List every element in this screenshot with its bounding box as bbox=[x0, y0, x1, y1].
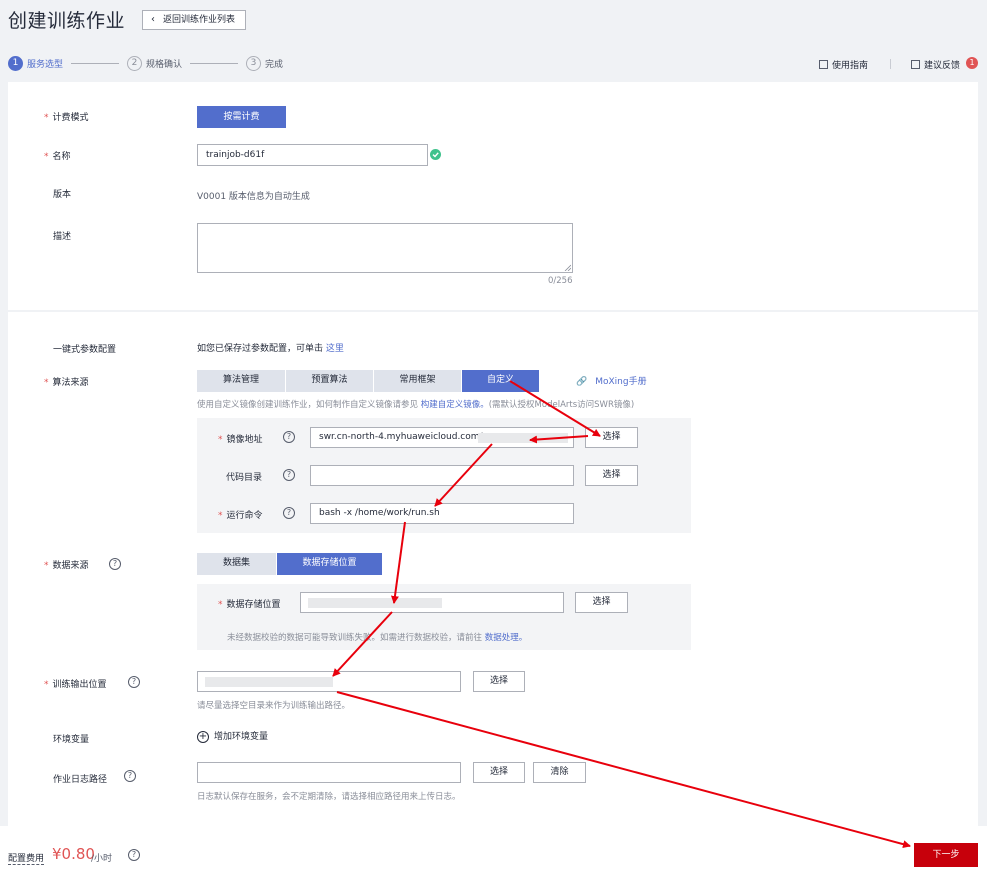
log-path-label: 作业日志路径 bbox=[53, 775, 108, 785]
clear-log-button[interactable]: 清除 bbox=[533, 762, 586, 783]
step-2: 2 规格确认 bbox=[127, 55, 183, 71]
back-label: 返回训练作业列表 bbox=[163, 15, 236, 25]
next-step-button[interactable]: 下一步 bbox=[914, 843, 978, 867]
footer-bar bbox=[0, 826, 987, 873]
cost-label[interactable]: 配置费用 bbox=[8, 851, 45, 865]
data-source-label: * 数据来源 bbox=[44, 561, 89, 571]
step-1-number: 1 bbox=[8, 55, 23, 71]
price-unit: /小时 bbox=[91, 854, 113, 864]
plus-circle-icon: + bbox=[197, 731, 209, 743]
redacted-region bbox=[205, 677, 333, 687]
help-icon[interactable]: ? bbox=[128, 676, 140, 688]
back-to-list-button[interactable]: ‹ 返回训练作业列表 bbox=[142, 10, 246, 30]
name-label: * 名称 bbox=[44, 152, 71, 162]
tab-custom[interactable]: 自定义 bbox=[462, 370, 540, 392]
link-icon: 🔗 bbox=[576, 377, 588, 387]
page-title: 创建训练作业 bbox=[8, 10, 126, 32]
chevron-left-icon: ‹ bbox=[151, 14, 155, 25]
data-processing-link[interactable]: 数据处理。 bbox=[485, 633, 528, 643]
guide-label: 使用指南 bbox=[832, 61, 869, 71]
help-icon[interactable]: ? bbox=[109, 558, 121, 570]
tab-data-storage[interactable]: 数据存储位置 bbox=[277, 553, 383, 575]
name-input[interactable]: trainjob-d61f bbox=[197, 144, 428, 166]
step-2-number: 2 bbox=[127, 55, 143, 71]
select-output-button[interactable]: 选择 bbox=[473, 671, 525, 692]
help-icon[interactable]: ? bbox=[283, 507, 295, 519]
tab-algorithm-management[interactable]: 算法管理 bbox=[197, 370, 286, 392]
step-1-label: 服务选型 bbox=[27, 59, 64, 70]
feedback-badge: 1 bbox=[966, 57, 978, 69]
tab-common-framework[interactable]: 常用框架 bbox=[374, 370, 462, 392]
step-divider bbox=[190, 62, 239, 64]
feedback-link[interactable]: 建议反馈 bbox=[911, 58, 960, 71]
select-code-button[interactable]: 选择 bbox=[585, 465, 638, 486]
select-storage-button[interactable]: 选择 bbox=[575, 592, 628, 613]
data-storage-label: * 数据存储位置 bbox=[218, 600, 281, 610]
step-indicator: 1 服务选型 2 规格确认 3 完成 bbox=[8, 55, 283, 71]
data-storage-hint: 未经数据校验的数据可能导致训练失败。如需进行数据校验，请前往 数据处理。 bbox=[227, 633, 528, 643]
check-circle-icon bbox=[430, 149, 441, 160]
step-3: 3 完成 bbox=[246, 55, 284, 71]
moxing-manual-link[interactable]: 🔗 MoXing手册 bbox=[576, 374, 647, 387]
help-icon[interactable]: ? bbox=[124, 770, 136, 782]
billing-mode-label: * 计费模式 bbox=[44, 113, 89, 123]
add-env-variable-button[interactable]: + 增加环境变量 bbox=[197, 729, 268, 743]
help-icon[interactable]: ? bbox=[283, 431, 295, 443]
step-3-label: 完成 bbox=[265, 59, 284, 70]
description-textarea[interactable] bbox=[197, 223, 573, 273]
select-log-button[interactable]: 选择 bbox=[473, 762, 525, 783]
guide-link[interactable]: 使用指南 bbox=[819, 58, 868, 71]
feedback-label: 建议反馈 bbox=[924, 61, 961, 71]
help-icon[interactable]: ? bbox=[128, 849, 140, 861]
algorithm-hint: 使用自定义镜像创建训练作业，如何制作自定义镜像请参见 构建自定义镜像。(需默认授… bbox=[197, 400, 635, 410]
custom-image-link[interactable]: 构建自定义镜像。 bbox=[421, 400, 489, 410]
description-label: 描述 bbox=[53, 232, 72, 242]
version-label: 版本 bbox=[53, 190, 72, 200]
algorithm-source-label: * 算法来源 bbox=[44, 378, 89, 388]
feedback-icon bbox=[911, 60, 920, 69]
step-divider bbox=[71, 62, 120, 64]
basic-info-panel bbox=[8, 82, 978, 310]
oneclick-config-text: 如您已保存过参数配置，可单击 这里 bbox=[197, 344, 344, 354]
output-location-label: * 训练输出位置 bbox=[44, 680, 107, 690]
oneclick-here-link[interactable]: 这里 bbox=[326, 344, 344, 354]
run-command-label: * 运行命令 bbox=[218, 511, 263, 521]
env-variables-label: 环境变量 bbox=[53, 735, 90, 745]
code-directory-label: 代码目录 bbox=[226, 473, 263, 483]
divider bbox=[890, 59, 891, 69]
select-image-button[interactable]: 选择 bbox=[585, 427, 638, 448]
redacted-region bbox=[478, 433, 568, 443]
output-hint: 请尽量选择空目录来作为训练输出路径。 bbox=[197, 701, 351, 711]
on-demand-billing-button[interactable]: 按需计费 bbox=[197, 106, 286, 128]
log-path-hint: 日志默认保存在服务，会不定期清除，请选择相应路径用来上传日志。 bbox=[197, 792, 461, 802]
resize-handle-icon bbox=[564, 264, 571, 271]
edit-doc-icon bbox=[819, 60, 828, 69]
tab-dataset[interactable]: 数据集 bbox=[197, 553, 277, 575]
image-address-label: * 镜像地址 bbox=[218, 435, 263, 445]
step-1: 1 服务选型 bbox=[8, 55, 64, 71]
step-2-label: 规格确认 bbox=[146, 59, 183, 70]
step-3-number: 3 bbox=[246, 55, 262, 71]
code-directory-input[interactable] bbox=[310, 465, 574, 486]
run-command-input[interactable]: bash -x /home/work/run.sh bbox=[310, 503, 574, 524]
description-counter: 0/256 bbox=[548, 276, 573, 286]
redacted-region bbox=[308, 598, 442, 608]
help-icon[interactable]: ? bbox=[283, 469, 295, 481]
oneclick-config-label: 一键式参数配置 bbox=[53, 345, 117, 355]
price-value: ¥0.80 bbox=[52, 845, 95, 863]
log-path-input[interactable] bbox=[197, 762, 461, 783]
tab-preset-algorithm[interactable]: 预置算法 bbox=[286, 370, 374, 392]
version-value: V0001 版本信息为自动生成 bbox=[197, 192, 310, 202]
